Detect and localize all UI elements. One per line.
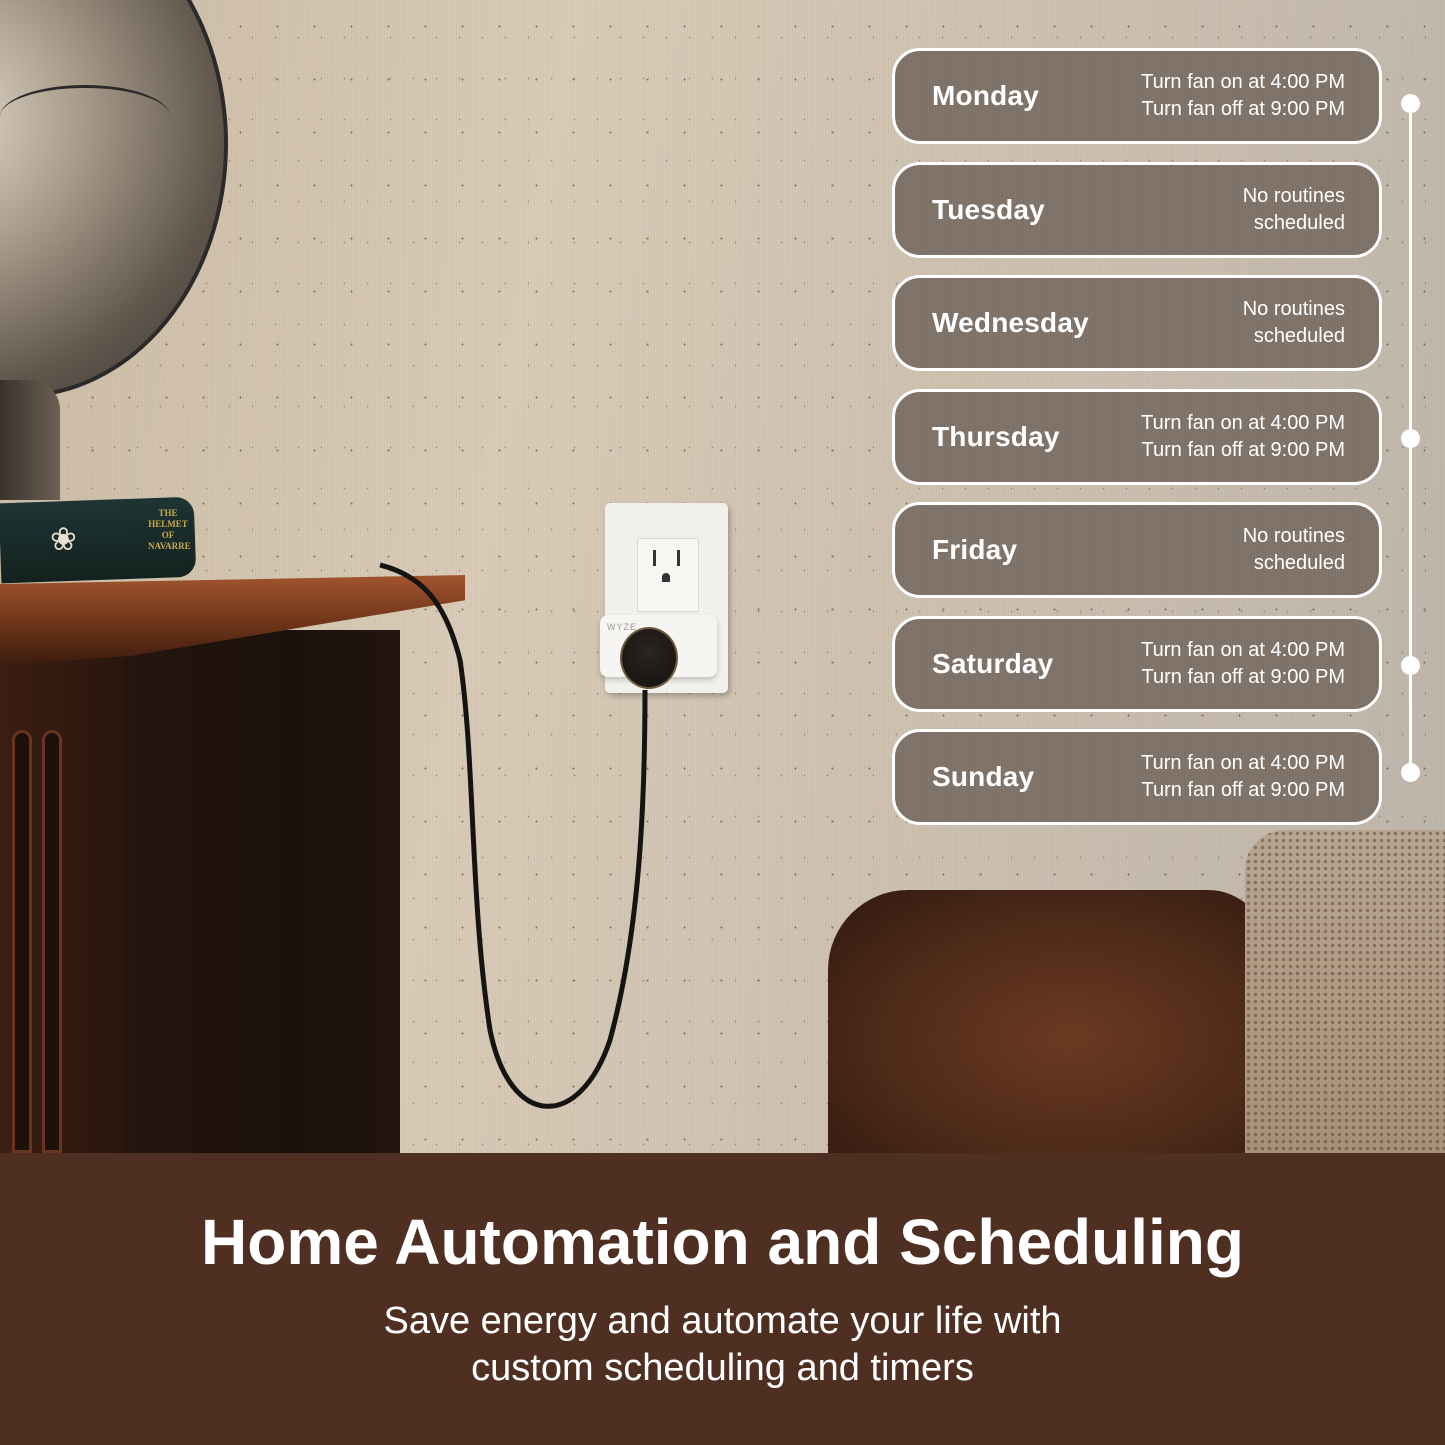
- day-name: Tuesday: [932, 193, 1045, 225]
- routine-line: No routines: [1242, 525, 1345, 547]
- routine-line: Turn fan off at 9:00 PM: [1141, 438, 1345, 461]
- day-routine: No routines scheduled: [1243, 183, 1345, 237]
- day-card-tuesday[interactable]: Tuesday No routines scheduled: [892, 161, 1382, 258]
- day-card-wednesday[interactable]: Wednesday No routines scheduled: [892, 275, 1382, 371]
- routine-line: Turn fan off at 9:00 PM: [1141, 779, 1345, 801]
- timeline-dot-monday: [1401, 94, 1420, 113]
- day-card-monday[interactable]: Monday Turn fan on at 4:00 PM Turn fan o…: [892, 48, 1382, 144]
- knit-blanket: [1245, 830, 1445, 1153]
- routine-line: Turn fan on at 4:00 PM: [1141, 752, 1345, 774]
- subheadline-line: custom scheduling and timers: [471, 1347, 974, 1389]
- day-card-saturday[interactable]: Saturday Turn fan on at 4:00 PM Turn fan…: [892, 615, 1382, 712]
- power-cord-path: [379, 562, 648, 1109]
- day-card-thursday[interactable]: Thursday Turn fan on at 4:00 PM Turn fan…: [892, 388, 1382, 485]
- day-name: Monday: [932, 80, 1039, 111]
- day-name: Sunday: [932, 761, 1035, 792]
- routine-line: Turn fan on at 4:00 PM: [1141, 638, 1345, 661]
- routine-line: Turn fan on at 4:00 PM: [1141, 411, 1345, 434]
- leather-couch-arm: [828, 890, 1268, 1153]
- routine-line: No routines: [1242, 184, 1345, 207]
- subheadline-line: Save energy and automate your life with: [383, 1300, 1062, 1342]
- timeline-dot-saturday: [1401, 656, 1420, 675]
- routine-line: scheduled: [1253, 325, 1345, 347]
- routine-line: scheduled: [1253, 211, 1345, 234]
- subheadline: Save energy and automate your life with …: [0, 1298, 1445, 1392]
- day-routine: No routines scheduled: [1243, 523, 1345, 577]
- routine-line: scheduled: [1253, 552, 1345, 574]
- day-card-friday[interactable]: Friday No routines scheduled: [892, 502, 1382, 598]
- weekly-schedule: Monday Turn fan on at 4:00 PM Turn fan o…: [892, 48, 1382, 843]
- day-routine: Turn fan on at 4:00 PM Turn fan off at 9…: [1141, 69, 1345, 123]
- day-routine: Turn fan on at 4:00 PM Turn fan off at 9…: [1141, 750, 1345, 804]
- headline: Home Automation and Scheduling: [201, 1206, 1244, 1278]
- routine-line: Turn fan off at 9:00 PM: [1141, 98, 1345, 120]
- day-card-sunday[interactable]: Sunday Turn fan on at 4:00 PM Turn fan o…: [892, 729, 1382, 825]
- timeline-dot-sunday: [1401, 763, 1420, 782]
- day-routine: No routines scheduled: [1243, 296, 1345, 350]
- routine-line: Turn fan off at 9:00 PM: [1141, 665, 1345, 688]
- day-name: Saturday: [932, 647, 1054, 679]
- day-name: Thursday: [932, 420, 1060, 452]
- day-routine: Turn fan on at 4:00 PM Turn fan off at 9…: [1141, 410, 1345, 464]
- routine-line: Turn fan on at 4:00 PM: [1141, 71, 1345, 93]
- day-routine: Turn fan on at 4:00 PM Turn fan off at 9…: [1141, 637, 1345, 691]
- day-name: Wednesday: [932, 307, 1089, 338]
- timeline-dot-thursday: [1401, 429, 1420, 448]
- day-name: Friday: [932, 534, 1018, 565]
- routine-line: No routines: [1242, 298, 1345, 320]
